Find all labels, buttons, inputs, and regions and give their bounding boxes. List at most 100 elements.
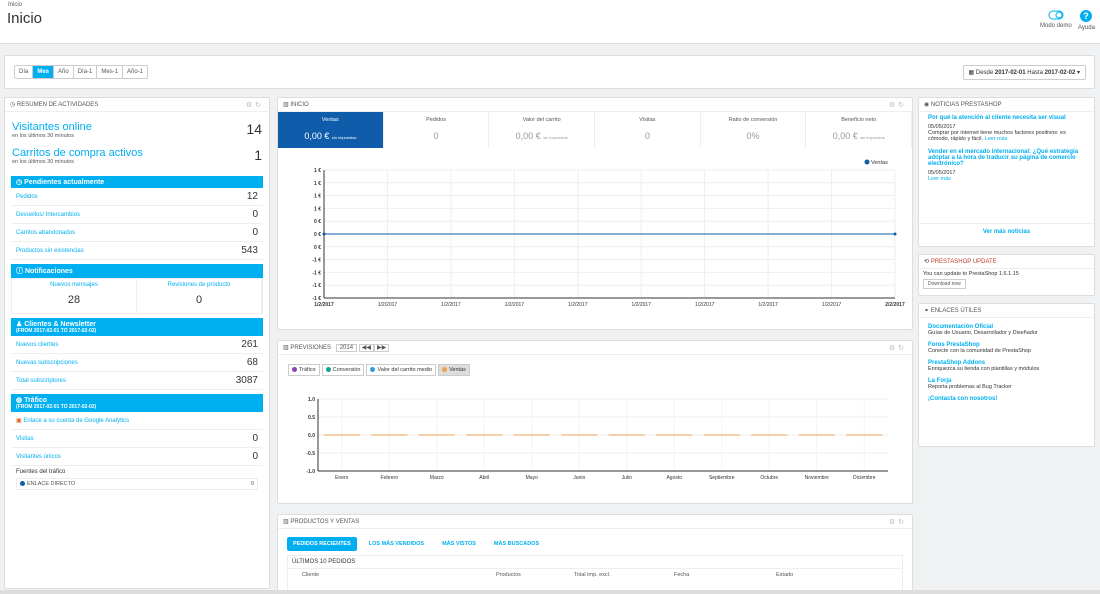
config-icon[interactable]: ⚙ xyxy=(889,519,898,526)
prev-year-icon[interactable]: ◀◀ xyxy=(358,344,374,352)
kpi-2[interactable]: Valor del carrito 0,00 € sin impuestos xyxy=(489,112,596,148)
breadcrumb[interactable]: Inicio xyxy=(8,2,22,8)
ga-link-row[interactable]: ▣ Enlace a su cuenta de Google Analytics xyxy=(11,412,263,430)
refresh-icon[interactable]: ↻ xyxy=(898,102,907,109)
y-tick-label: -1.0 xyxy=(306,469,315,475)
forecast-title: Previsiones xyxy=(290,345,332,351)
sales-chart: 1 €1 €1 €1 €0 €0 €0 €-1 €-1 €-1 €-1 €1/2… xyxy=(312,159,905,308)
products-tabs: Pedidos recientes Los más vendidos Más vis… xyxy=(278,529,912,551)
useful-link: Foros PrestaShop Conecte con la comunidad… xyxy=(928,342,1085,354)
period-0[interactable]: Día xyxy=(15,66,34,78)
list-item-value: 3087 xyxy=(235,375,258,386)
update-panel: ⟲ PrestaShop Update You can update to Pr… xyxy=(918,254,1095,296)
forecast-tab-1[interactable]: Conversión xyxy=(321,364,365,376)
config-icon[interactable]: ⚙ xyxy=(889,345,898,352)
list-item-label[interactable]: Nuevas subscripciones xyxy=(16,360,78,366)
products-tab-2[interactable]: Más vistos xyxy=(436,537,482,551)
notification-value: 28 xyxy=(67,294,81,306)
date-range-button[interactable]: ▦ Desde 2017-02-01 Hasta 2017-02-02 ▾ xyxy=(962,65,1086,80)
period-3[interactable]: Día-1 xyxy=(73,66,98,78)
forecast-bar xyxy=(846,434,883,436)
x-tick-label: Junio xyxy=(573,475,585,481)
notification-label[interactable]: Revisiones de producto xyxy=(137,282,261,288)
list-item-label[interactable]: Total subscriptores xyxy=(16,378,66,384)
products-tab-0[interactable]: Pedidos recientes xyxy=(287,537,357,551)
products-tab-3[interactable]: Más buscados xyxy=(488,537,545,551)
list-item-label[interactable]: Visitas xyxy=(16,436,34,442)
traffic-source-row: ENLACE DIRECTO 0 xyxy=(16,478,258,490)
kpi-4[interactable]: Ratio de conversión 0% xyxy=(701,112,807,148)
forecast-tab-label: Conversión xyxy=(332,367,361,373)
period-4[interactable]: Mes-1 xyxy=(97,66,124,78)
ga-link[interactable]: Enlace a su cuenta de Google Analytics xyxy=(23,418,129,424)
active-carts-label[interactable]: Carritos de compra activos xyxy=(12,147,262,159)
list-item: Nuevas subscripciones 68 xyxy=(11,354,263,372)
date-to-label: Hasta xyxy=(1027,70,1043,76)
news-item-title[interactable]: Vender en el mercado internacional: ¿Qué… xyxy=(928,149,1085,167)
notification-item[interactable]: Revisiones de producto 0 xyxy=(137,279,262,313)
forecast-tab-2[interactable]: Valor del carrito medio xyxy=(366,364,437,376)
refresh-icon[interactable]: ↻ xyxy=(898,345,907,352)
help-button[interactable]: ? Ayuda xyxy=(1078,10,1095,31)
legend-dot xyxy=(864,159,870,165)
refresh-icon[interactable]: ↻ xyxy=(898,519,907,526)
list-item-label[interactable]: Devuellos/ Intercambios xyxy=(16,212,80,218)
list-item-label[interactable]: Pedidos xyxy=(16,194,38,200)
data-point xyxy=(893,232,897,236)
list-item-label[interactable]: Nuevos clientes xyxy=(16,342,58,348)
config-icon[interactable]: ⚙ xyxy=(889,102,898,109)
column-header: Fecha xyxy=(674,572,690,578)
x-tick-label: Octubre xyxy=(760,475,778,481)
calendar-icon: ▦ xyxy=(968,70,975,76)
x-tick-label: 2/2/2017 xyxy=(885,302,905,308)
refresh-icon[interactable]: ↻ xyxy=(255,102,264,109)
next-year-icon[interactable]: ▶▶ xyxy=(373,344,390,352)
link-icon: ⚭ xyxy=(924,308,930,314)
clock-icon: ◷ xyxy=(10,102,16,108)
forecast-tab-3[interactable]: Ventas xyxy=(438,364,470,376)
notification-label[interactable]: Nuevos mensajes xyxy=(12,282,136,288)
bottom-scrollbar[interactable] xyxy=(0,590,1100,594)
links-panel: ⚭ Enlaces útiles Documentación Oficial Gu… xyxy=(918,303,1095,447)
links-panel-header: ⚭ Enlaces útiles xyxy=(919,304,1094,318)
list-item-label[interactable]: Visitantes únicos xyxy=(16,454,61,460)
x-tick-label: 1/2/2017 xyxy=(822,302,842,308)
kpi-1[interactable]: Pedidos 0 xyxy=(384,112,490,148)
news-read-more[interactable]: Leer más xyxy=(928,176,951,182)
config-icon[interactable]: ⚙ xyxy=(246,102,255,109)
notification-item[interactable]: Nuevos mensajes 28 xyxy=(12,279,137,313)
demo-mode-button[interactable]: Modo demo xyxy=(1040,10,1072,29)
news-read-more[interactable]: Leer más xyxy=(985,136,1008,142)
useful-link: ¡Contacta con nosotros! xyxy=(928,396,1085,402)
list-item: Devuellos/ Intercambios 0 xyxy=(11,206,263,224)
list-item-value: 12 xyxy=(246,191,258,202)
products-tab-1[interactable]: Los más vendidos xyxy=(363,537,430,551)
useful-link-title[interactable]: ¡Contacta con nosotros! xyxy=(928,396,1085,402)
kpi-value: 0% xyxy=(701,131,806,141)
forecast-tab-label: Tráfico xyxy=(299,367,316,373)
x-tick-label: Febrero xyxy=(380,475,398,481)
visitors-online-label[interactable]: Visitantes online xyxy=(12,121,262,133)
y-tick-label: 1 € xyxy=(314,181,321,187)
list-item-label[interactable]: Productos sin existencias xyxy=(16,248,84,254)
kpi-label: Ratio de conversión xyxy=(728,117,778,123)
forecast-bar xyxy=(371,434,408,436)
kpi-0[interactable]: Ventas 0,00 € sin impuestos xyxy=(278,112,384,148)
kpi-3[interactable]: Visitas 0 xyxy=(595,112,701,148)
forecast-tab-0[interactable]: Tráfico xyxy=(288,364,320,376)
period-2[interactable]: Año xyxy=(54,66,74,78)
list-item-label[interactable]: Carritos abandonados xyxy=(16,230,75,236)
period-5[interactable]: Año-1 xyxy=(123,66,148,78)
kpi-5[interactable]: Beneficio neto 0,00 € sin impuestos xyxy=(806,112,913,148)
kpi-label: Ventas xyxy=(321,117,339,123)
list-item: Carritos abandonados 0 xyxy=(11,224,263,242)
toggle-icon xyxy=(1048,10,1064,20)
kpi-number: 0 xyxy=(644,131,650,141)
active-carts-value: 1 xyxy=(254,147,262,163)
all-news-link[interactable]: Ver más noticias xyxy=(919,223,1094,235)
news-item-title[interactable]: Por qué la atención al cliente necesita … xyxy=(928,115,1085,121)
list-item-value: 0 xyxy=(252,433,258,444)
download-button[interactable]: Download now xyxy=(923,279,966,289)
list-item-value: 0 xyxy=(252,209,258,220)
period-1[interactable]: Mes xyxy=(33,66,55,78)
